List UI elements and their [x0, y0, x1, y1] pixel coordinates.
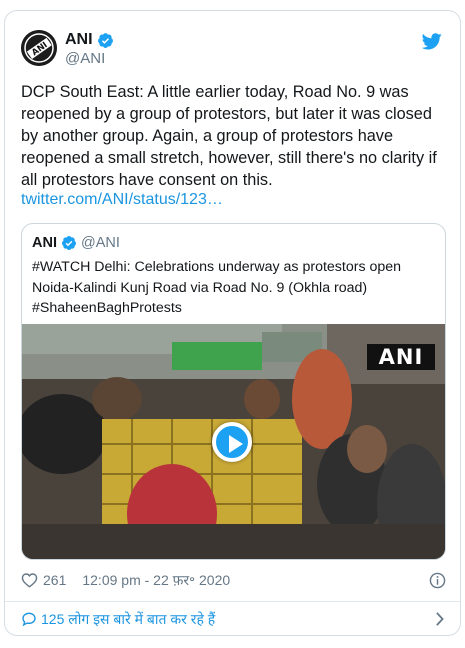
timestamp[interactable]: 12:09 pm - 22 फ़र॰ 2020: [82, 571, 230, 590]
tweet-text: DCP South East: A little earlier today, …: [21, 83, 437, 189]
video-thumbnail[interactable]: ANI: [22, 324, 445, 559]
embedded-tweet-card: ANI ANI @ANI DCP South East: A little ea…: [4, 10, 461, 636]
avatar[interactable]: ANI: [21, 30, 57, 66]
twitter-bird-icon[interactable]: [422, 33, 442, 50]
chevron-right-icon: [436, 612, 444, 626]
play-icon: [229, 435, 243, 453]
quoted-author: ANI @ANI: [32, 235, 120, 251]
info-icon[interactable]: [429, 572, 446, 589]
like-count[interactable]: 261: [43, 572, 66, 588]
heart-icon[interactable]: [21, 572, 38, 588]
verified-badge-icon: [61, 236, 76, 250]
divider: [5, 601, 460, 602]
quoted-author-handle: @ANI: [80, 235, 120, 251]
quoted-tweet[interactable]: ANI @ANI #WATCH Delhi: Celebrations unde…: [21, 223, 446, 560]
conversation-text: 125 लोग इस बारे में बात कर रहे हैं: [41, 610, 216, 627]
author-handle[interactable]: @ANI: [65, 50, 114, 67]
author-block[interactable]: ANI @ANI: [65, 31, 114, 67]
author-name[interactable]: ANI: [65, 31, 93, 49]
verified-badge-icon: [97, 32, 113, 48]
video-watermark: ANI: [367, 344, 435, 370]
speech-bubble-icon: [22, 612, 36, 627]
conversation-link[interactable]: 125 लोग इस बारे में बात कर रहे हैं: [21, 609, 446, 629]
ani-logo-avatar: ANI: [21, 30, 57, 66]
tweet-meta: 261 12:09 pm - 22 फ़र॰ 2020: [21, 570, 446, 590]
tweet-link[interactable]: twitter.com/ANI/status/123…: [21, 191, 223, 209]
quoted-author-name: ANI: [32, 235, 57, 251]
play-button[interactable]: [212, 422, 252, 462]
quoted-tweet-text: #WATCH Delhi: Celebrations underway as p…: [32, 259, 402, 316]
